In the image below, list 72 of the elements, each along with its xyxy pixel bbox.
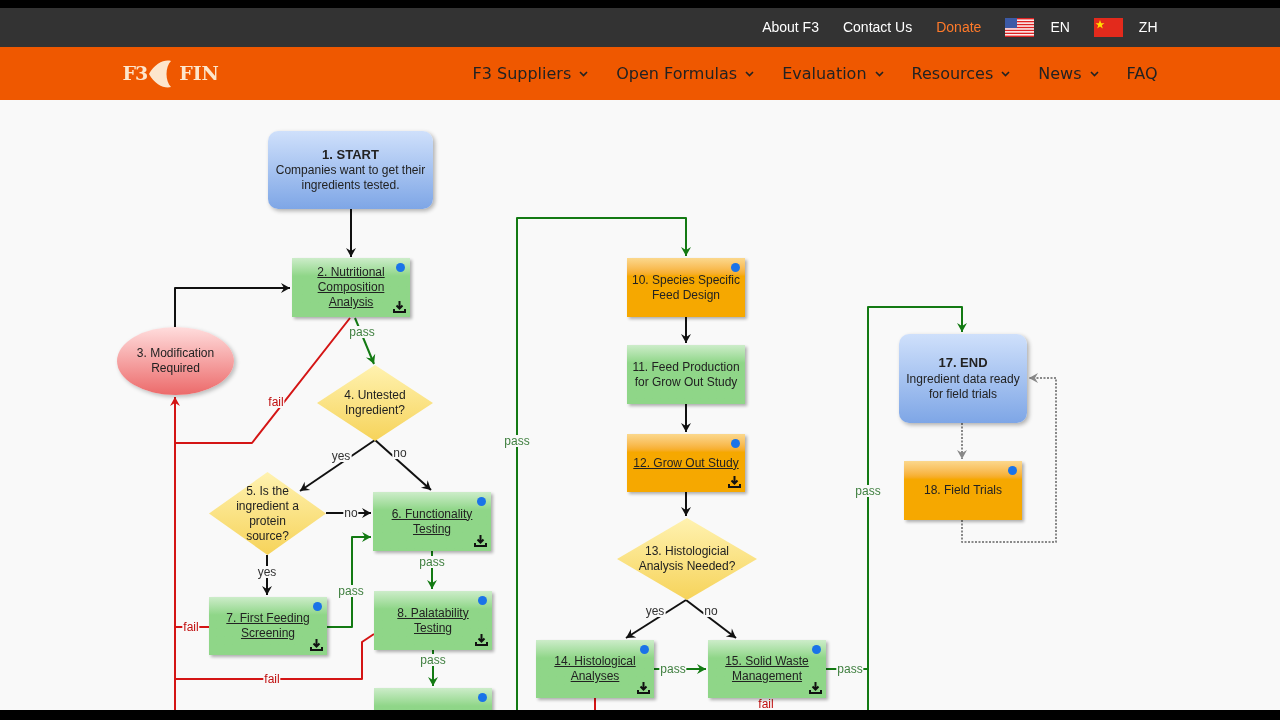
step-label: 10. Species Specific Feed Design: [631, 272, 741, 303]
edge-label: pass: [419, 654, 447, 666]
download-icon[interactable]: [728, 475, 741, 488]
step-link[interactable]: 12. Grow Out Study: [633, 455, 739, 471]
edge-label: pass: [348, 326, 376, 338]
edge-label: fail: [182, 621, 200, 633]
caret-icon: [874, 70, 884, 77]
node-title: 1. START: [322, 146, 379, 164]
step-link[interactable]: 2. Nutritional Composition Analysis: [296, 265, 406, 310]
edge-label: no: [392, 447, 408, 459]
edge-label: no: [343, 507, 359, 519]
decision-label: 4. Untested Ingredient?: [343, 388, 407, 418]
step-link[interactable]: 15. Solid Waste Management: [712, 654, 822, 684]
download-icon[interactable]: [310, 638, 323, 651]
nav-link[interactable]: Evaluation: [782, 61, 884, 86]
language-link[interactable]: ZH: [1138, 17, 1158, 38]
edge-label: no: [703, 605, 719, 617]
step-link[interactable]: 14. Histological Analyses: [540, 654, 650, 684]
language-link[interactable]: EN: [1050, 17, 1070, 38]
edge-label: fail: [267, 396, 285, 408]
step-label: 11. Feed Production for Grow Out Study: [631, 359, 741, 390]
ellipse-label: 3. Modification Required: [135, 346, 216, 376]
nav-link[interactable]: Resources: [911, 61, 1011, 86]
edge-label: pass: [337, 585, 365, 597]
edge-label: pass: [854, 485, 882, 497]
download-icon[interactable]: [637, 681, 650, 694]
edge-label: yes: [330, 450, 352, 462]
top-link[interactable]: About F3: [762, 17, 819, 38]
top-link[interactable]: Donate: [936, 17, 982, 38]
info-dot[interactable]: [731, 439, 740, 448]
node-text: Ingredient data ready for field trials: [905, 371, 1021, 402]
edge-label: pass: [836, 663, 864, 675]
info-dot[interactable]: [396, 263, 405, 272]
info-dot[interactable]: [1008, 466, 1017, 475]
info-dot[interactable]: [812, 645, 821, 654]
edge-label: fail: [263, 673, 281, 685]
flag-icon[interactable]: [1005, 18, 1035, 37]
info-dot[interactable]: [731, 263, 740, 272]
node-text: Companies want to get their ingredients tested.: [274, 163, 427, 194]
step-link[interactable]: 8. Palatability Testing: [378, 605, 488, 636]
flag-icon[interactable]: [1093, 18, 1123, 37]
download-icon[interactable]: [393, 300, 406, 313]
nav-link[interactable]: Open Formulas: [616, 61, 755, 86]
info-dot[interactable]: [640, 645, 649, 654]
edge-label: yes: [644, 605, 666, 617]
info-dot[interactable]: [313, 602, 322, 611]
nav-link[interactable]: F3 Suppliers: [472, 61, 589, 86]
edge-label: pass: [659, 663, 687, 675]
nav-link[interactable]: News: [1038, 61, 1099, 86]
caret-icon: [579, 70, 589, 77]
download-icon[interactable]: [475, 633, 488, 646]
caret-icon: [1001, 70, 1011, 77]
edge-label: pass: [418, 556, 446, 568]
info-dot[interactable]: [477, 497, 486, 506]
step-link[interactable]: 7. First Feeding Screening: [213, 611, 323, 641]
info-dot[interactable]: [478, 596, 487, 605]
edge-label: pass: [503, 435, 531, 447]
decision-label: 5. Is the ingredient a protein source?: [235, 483, 300, 544]
step-label: 18. Field Trials: [924, 483, 1002, 498]
top-link[interactable]: Contact Us: [842, 17, 913, 38]
download-icon[interactable]: [809, 681, 822, 694]
caret-icon: [745, 70, 755, 77]
download-icon[interactable]: [474, 534, 487, 547]
info-dot[interactable]: [478, 693, 487, 702]
edge-label: fail: [757, 698, 775, 710]
caret-icon: [1089, 70, 1099, 77]
step-link[interactable]: 6. Functionality Testing: [377, 506, 487, 537]
decision-label: 13. Histologicial Analysis Needed?: [637, 544, 737, 574]
node-title: 17. END: [938, 355, 988, 372]
connector-arrow: [346, 208, 356, 258]
edge-label: yes: [256, 566, 278, 578]
nav-link[interactable]: FAQ: [1126, 61, 1158, 86]
